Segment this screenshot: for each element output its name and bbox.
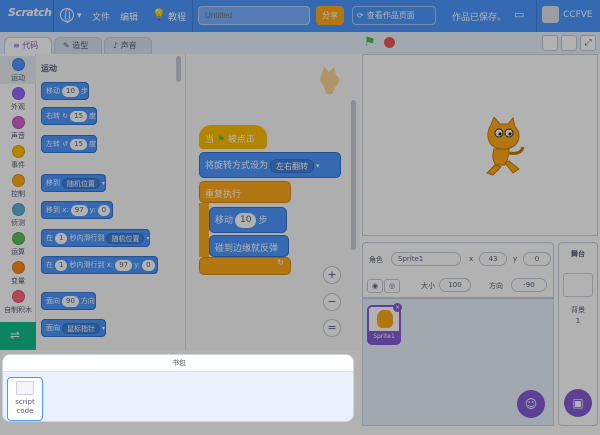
backpack-header[interactable]: 书包 xyxy=(3,355,353,372)
backpack-panel[interactable]: 书包 script code xyxy=(2,354,354,422)
backpack-item[interactable]: script code xyxy=(7,377,43,421)
script-thumbnail-icon xyxy=(16,381,34,395)
backpack-item-label: script code xyxy=(15,398,35,415)
